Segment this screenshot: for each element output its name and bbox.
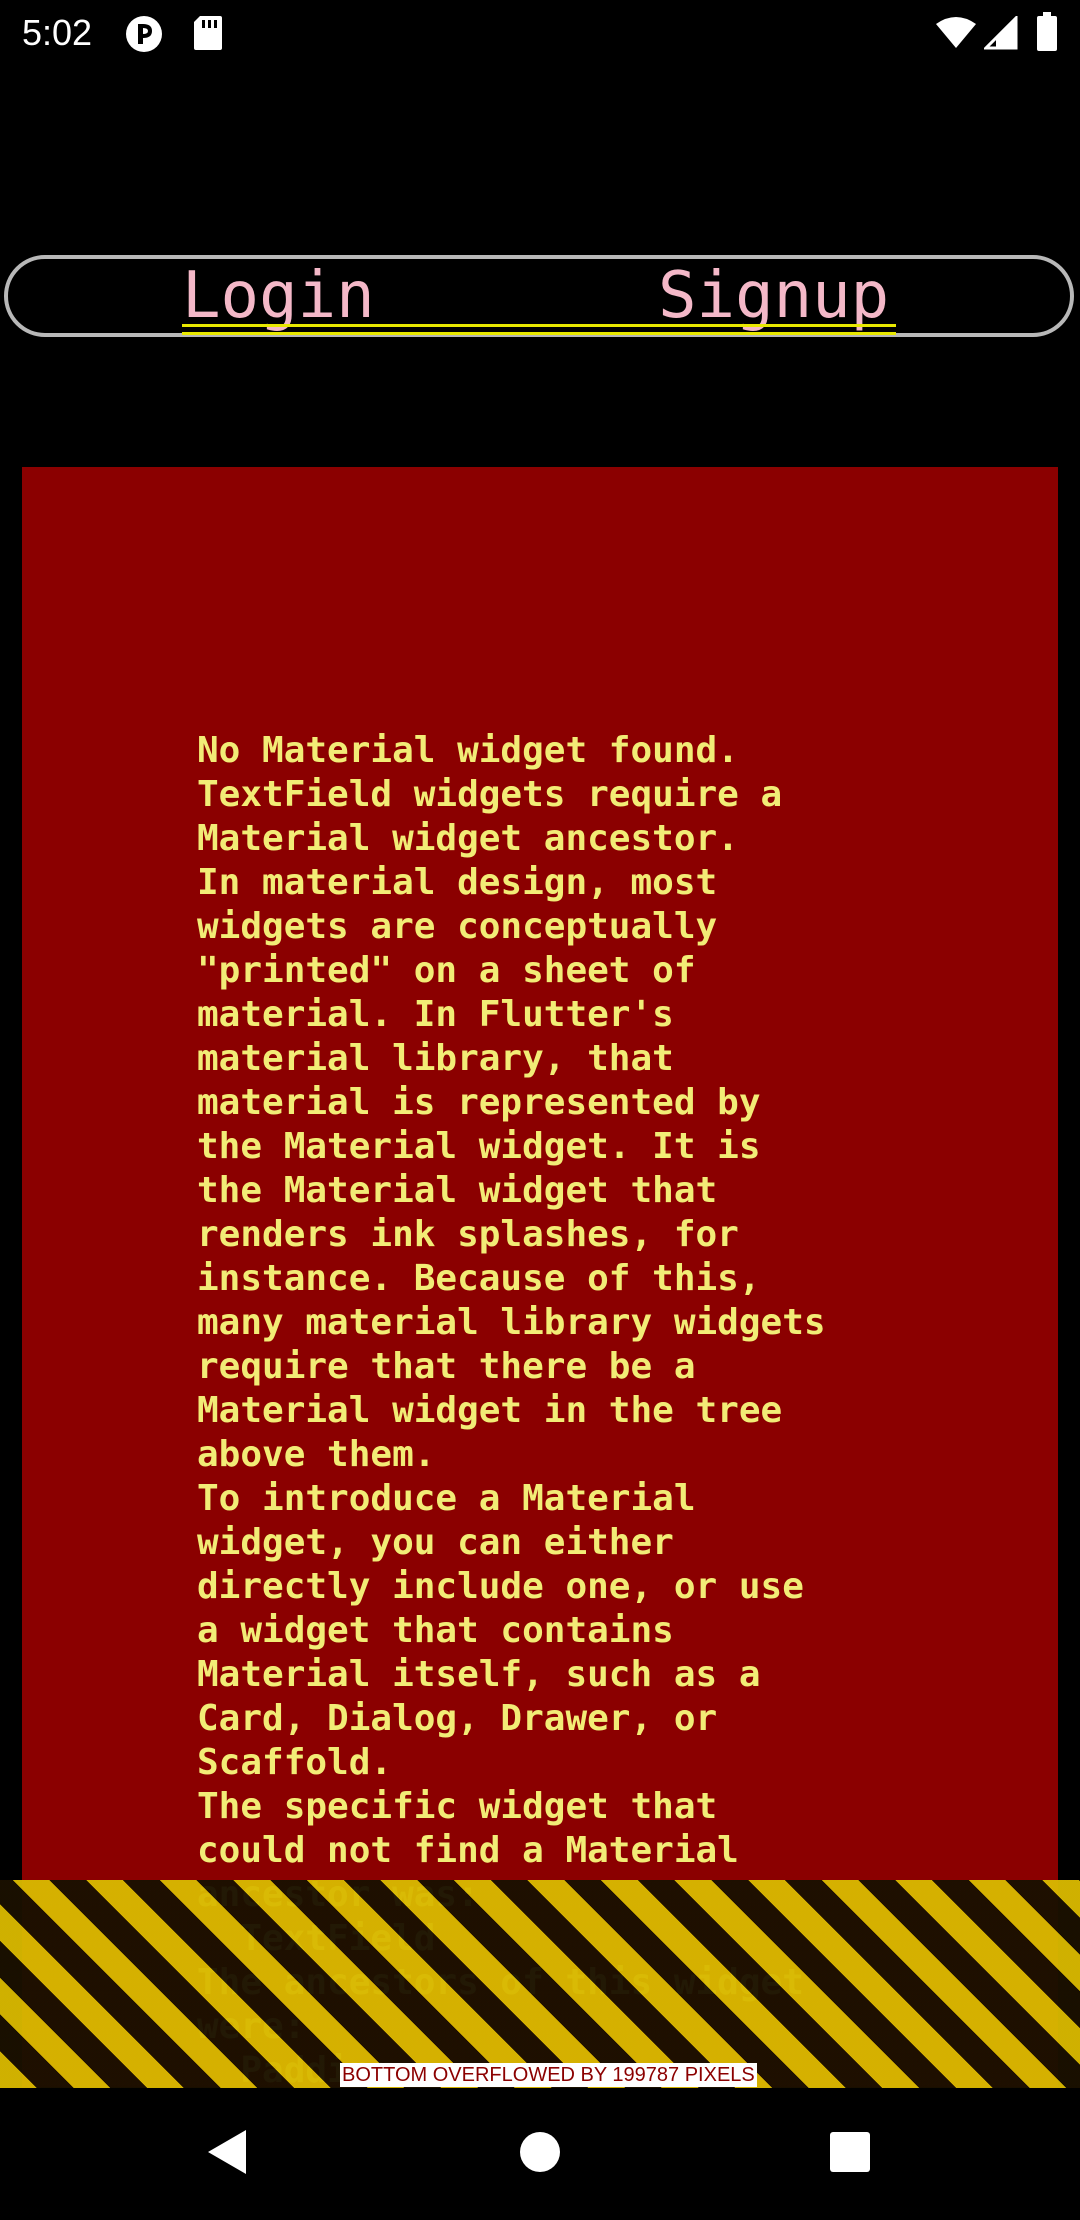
tab-underline-line bbox=[182, 332, 896, 335]
tab-underline-line bbox=[182, 324, 896, 327]
tab-underline bbox=[182, 324, 896, 336]
overflow-warning-stripes bbox=[0, 1880, 1080, 2088]
status-bar: 5:02 bbox=[0, 0, 1080, 66]
sd-card-icon bbox=[192, 14, 224, 56]
cell-signal-icon bbox=[982, 14, 1018, 54]
back-icon[interactable] bbox=[186, 2112, 266, 2192]
battery-icon bbox=[1036, 12, 1058, 56]
recents-icon[interactable] bbox=[810, 2112, 890, 2192]
overflow-label: BOTTOM OVERFLOWED BY 199787 PIXELS bbox=[340, 2063, 757, 2087]
home-icon[interactable] bbox=[500, 2112, 580, 2192]
error-panel: No Material widget found. TextField widg… bbox=[22, 467, 1058, 2087]
app-notification-icon bbox=[124, 14, 164, 58]
status-time: 5:02 bbox=[22, 12, 93, 53]
wifi-icon bbox=[934, 16, 978, 54]
